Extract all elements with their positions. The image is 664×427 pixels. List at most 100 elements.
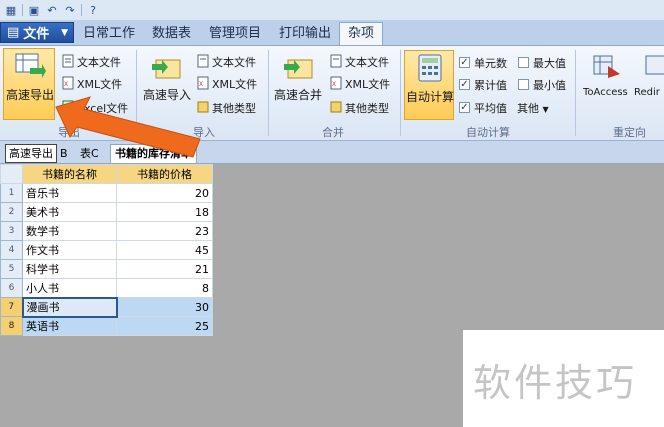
row-header[interactable]: 1 [0, 183, 23, 203]
xml-file-icon: X [330, 76, 342, 90]
count-label: 单元数 [474, 57, 507, 70]
save-icon[interactable]: ▣ [27, 3, 41, 17]
name-cell[interactable]: 数学书 [22, 221, 117, 241]
fast-export-button[interactable]: 高速导出 [6, 86, 54, 103]
divider [268, 50, 269, 136]
price-cell[interactable]: 30 [116, 297, 213, 317]
name-cell[interactable]: 作文书 [22, 240, 117, 260]
row-header[interactable]: 7 [0, 297, 23, 317]
tab-data-table[interactable]: 数据表 [152, 24, 191, 44]
sum-label: 累计值 [474, 79, 507, 92]
svg-text:X: X [64, 81, 68, 88]
annotation-arrow-icon [55, 96, 201, 158]
row-header[interactable]: 4 [0, 240, 23, 260]
price-cell[interactable]: 23 [116, 221, 213, 241]
text-file-icon [330, 54, 342, 68]
to-access-icon [593, 55, 620, 78]
table-row: 1 音乐书 20 [0, 183, 213, 203]
import-xml-file[interactable]: XML文件 [212, 76, 257, 92]
file-menu-button[interactable]: ▤ 文件 ▼ [0, 22, 74, 43]
import-other-type[interactable]: 其他类型 [212, 100, 256, 116]
redirect-button[interactable]: Redir [634, 87, 660, 98]
name-cell[interactable]: 科学书 [22, 259, 117, 279]
watermark-text: 软件技巧 [473, 361, 638, 405]
table-row: 3 数学书 23 [0, 221, 213, 241]
redirect-group-label: 重定向 [613, 126, 646, 139]
price-cell[interactable]: 45 [116, 240, 213, 260]
export-text-file[interactable]: 文本文件 [77, 54, 121, 70]
data-grid: 书籍的名称 书籍的价格 1 音乐书 20 2 美术书 18 3 数学书 23 4… [0, 164, 214, 336]
quick-access-toolbar: ▦ ▣ ↶ ↷ ? [0, 0, 664, 20]
fast-export-icon [15, 53, 46, 78]
row-header[interactable]: 8 [0, 316, 23, 336]
sum-checkbox[interactable]: ✓ [459, 79, 470, 90]
undo-icon[interactable]: ↶ [45, 3, 59, 17]
import-text-file[interactable]: 文本文件 [212, 54, 256, 70]
column-header-price[interactable]: 书籍的价格 [116, 164, 213, 184]
max-checkbox[interactable] [518, 57, 529, 68]
text-file-icon [197, 54, 209, 68]
avg-checkbox[interactable]: ✓ [459, 102, 470, 113]
redirect-icon [645, 55, 664, 75]
auto-calc-group-label: 自动计算 [466, 126, 510, 139]
ribbon-tab-bar: ▤ 文件 ▼ 日常工作 数据表 管理项目 打印输出 杂项 [0, 20, 664, 46]
column-header-name[interactable]: 书籍的名称 [22, 164, 117, 184]
merge-group-label: 合并 [322, 126, 344, 139]
text-file-icon [62, 54, 74, 68]
min-checkbox[interactable] [518, 79, 529, 90]
merge-xml-file[interactable]: XML文件 [345, 76, 390, 92]
app-icon[interactable]: ▦ [4, 3, 18, 17]
help-icon[interactable]: ? [86, 3, 100, 17]
tab-misc[interactable]: 杂项 [339, 22, 384, 45]
grid-corner[interactable] [0, 164, 23, 184]
name-cell[interactable]: 漫画书 [21, 296, 118, 318]
other-dropdown[interactable]: 其他 ▼ [517, 100, 549, 116]
count-checkbox[interactable]: ✓ [459, 57, 470, 68]
xml-file-icon: X [197, 76, 209, 90]
price-cell[interactable]: 21 [116, 259, 213, 279]
row-header[interactable]: 3 [0, 221, 23, 241]
chevron-down-icon: ▼ [542, 105, 549, 114]
table-row: 4 作文书 45 [0, 240, 213, 260]
avg-label: 平均值 [474, 102, 507, 115]
auto-calc-button[interactable]: 自动计算 [406, 88, 454, 105]
redo-icon[interactable]: ↷ [63, 3, 77, 17]
fast-merge-button[interactable]: 高速合并 [274, 86, 322, 103]
merge-text-file[interactable]: 文本文件 [345, 54, 389, 70]
merge-other-type[interactable]: 其他类型 [345, 100, 389, 116]
min-label: 最小值 [533, 79, 566, 92]
divider [575, 50, 576, 136]
max-label: 最大值 [533, 57, 566, 70]
file-menu-label: 文件 [23, 27, 50, 42]
name-cell[interactable]: 小人书 [22, 278, 117, 298]
name-cell[interactable]: 音乐书 [22, 183, 117, 203]
price-cell[interactable]: 18 [116, 202, 213, 222]
price-cell[interactable]: 20 [116, 183, 213, 203]
other-label: 其他 [517, 102, 539, 115]
table-row: 5 科学书 21 [0, 259, 213, 279]
tab-daily-work[interactable]: 日常工作 [83, 24, 135, 44]
name-cell[interactable]: 美术书 [22, 202, 117, 222]
row-header[interactable]: 2 [0, 202, 23, 222]
table-row: 8 英语书 25 [0, 316, 213, 336]
xml-file-icon: X [62, 76, 74, 90]
name-cell[interactable]: 英语书 [22, 316, 117, 336]
tab-manage-project[interactable]: 管理项目 [209, 24, 261, 44]
divider [22, 4, 23, 16]
chevron-down-icon: ▼ [61, 27, 68, 38]
to-access-button[interactable]: ToAccess [583, 87, 628, 98]
price-cell[interactable]: 8 [116, 278, 213, 298]
price-cell[interactable]: 25 [116, 316, 213, 336]
svg-text:X: X [199, 81, 203, 88]
export-xml-file[interactable]: XML文件 [77, 76, 122, 92]
row-header[interactable]: 5 [0, 259, 23, 279]
other-type-icon [330, 101, 342, 113]
table-row: 7 漫画书 30 [0, 296, 213, 318]
fast-import-icon [152, 59, 181, 79]
fast-merge-icon [284, 59, 313, 79]
divider [81, 4, 82, 16]
row-header[interactable]: 6 [0, 278, 23, 298]
svg-text:X: X [332, 81, 336, 88]
tab-print-output[interactable]: 打印输出 [279, 24, 331, 44]
table-row: 6 小人书 8 [0, 278, 213, 298]
